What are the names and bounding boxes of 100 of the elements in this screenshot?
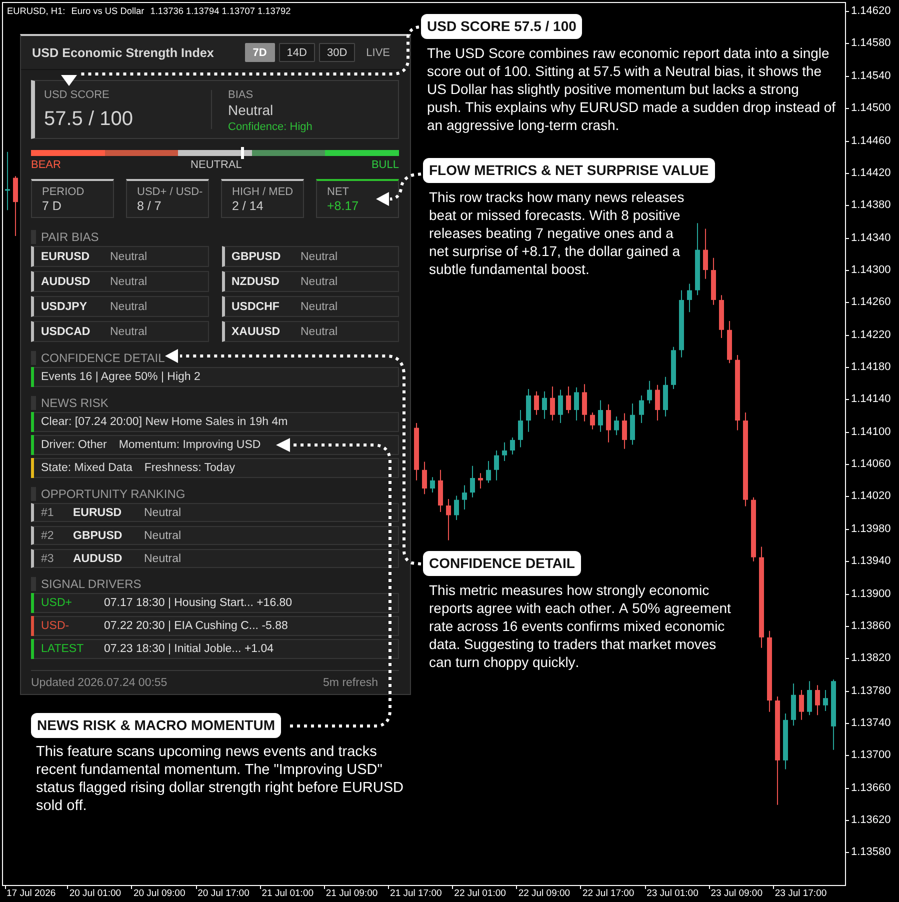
price-axis-label: 1.14300 [851,264,891,276]
bias-label: Neutral [110,326,148,338]
row-text: Momentum: Improving USD [118,439,261,451]
dotted-leader-line [376,172,422,206]
signal-tag: USD+ [41,597,104,609]
bias-heading: BIAS [228,89,254,102]
price-axis-label: 1.13700 [851,749,891,762]
chart-symbol: EURUSD, H1: [7,5,66,18]
rank-number: #1 [41,506,55,518]
pair-symbol: AUDUSD [41,276,92,288]
bullish-candle [671,346,676,390]
price-axis-label: 1.13780 [851,684,891,697]
price-axis-label: 1.14060 [851,458,891,470]
price-axis-label: 1.14500 [851,102,891,114]
price-axis-label: 1.13860 [851,620,891,632]
confidence-label: Confidence: High [228,121,314,134]
price-axis-label: 1.14460 [851,134,891,147]
bearish-candle [655,384,660,422]
bias-label: Neutral [300,300,338,312]
refresh-interval: 5m refresh [323,676,378,690]
bearish-candle [590,412,595,430]
price-axis-label: 1.14020 [851,490,891,502]
callout-title: NEWS RISK & MACRO MOMENTUM [31,713,281,738]
callout-title: CONFIDENCE DETAIL [423,551,581,576]
bullish-candle [574,386,579,422]
price-axis-label: 1.13740 [851,716,891,729]
live-label: LIVE [366,46,390,58]
row-text: Freshness: Today [144,462,235,474]
rank-number: #3 [41,552,55,564]
pair-symbol: EURUSD [73,506,123,518]
bearish-candle [478,472,483,489]
pair-symbol: NZDUSD [232,276,280,288]
panel-title: USD Economic Strength Index [32,46,214,60]
signal-detail: 07.23 18:30 | Initial Joble... +1.04 [104,643,274,655]
bullish-candle [430,476,435,494]
pair-symbol: USDJPY [41,300,88,312]
pair-symbol: USDCHF [232,300,280,312]
metric-label: HIGH / MED [232,186,294,199]
time-axis-label: 21 Jul 17:00 [390,888,442,900]
bearish-candle [582,384,587,422]
price-axis-label: 1.14220 [851,328,891,341]
bullish-candle [526,388,531,432]
range-tab[interactable]: 14D [278,43,315,62]
bearish-candle [703,228,708,280]
metric-value: 8 / 7 [137,199,162,214]
range-tab[interactable]: 30D [318,43,356,62]
price-axis-label: 1.13660 [851,782,891,794]
row-text: Driver: Other [41,439,107,451]
bullish-candle [647,380,652,404]
time-axis-label: 21 Jul 09:00 [326,888,378,900]
bullish-candle [558,389,563,424]
metric-label: PERIOD [42,186,86,199]
time-axis-label: 22 Jul 09:00 [518,888,570,900]
bias-label: Neutral [300,250,338,262]
bullish-candle [783,712,788,770]
bias-label: Neutral [110,250,148,262]
bullish-candle [807,680,812,716]
bearish-candle [550,386,555,422]
score-value: 57.5 / 100 [44,107,134,131]
bullish-candle [494,450,499,481]
pair-symbol: GBPUSD [73,530,124,542]
callout-text: The USD Score combines raw economic report data into a single score out of 100. Sitting at 57.5 with a Neutral bias, it shows the US Dollar has slightly positive momentum but lacks a strong push. This explains why EURUSD made a sudden drop instead of an aggressive long-term crash. [427,44,836,134]
signal-detail: 07.22 20:30 | EIA Cushing C... -5.88 [104,620,288,632]
callout-text: This row tracks how many news releases beat or missed forecasts. With 8 positive releases beating 7 negative ones and a net surprise of +8.17, the dollar gained a subtle fundamental boost. [429,188,685,278]
bullish-candle [663,376,668,417]
neutral-label: NEUTRAL [190,159,242,171]
bullish-candle [791,683,796,726]
chart-description: Euro vs US Dollar [71,5,144,18]
price-axis-label: 1.13980 [851,522,891,535]
callout-title: FLOW METRICS & NET SURPRISE VALUE [423,158,715,183]
price-axis-label: 1.13580 [851,846,891,858]
time-axis-label: 23 Jul 17:00 [774,888,827,900]
bull-label: BULL [371,159,399,171]
bearish-candle [606,404,611,443]
bullish-candle [831,678,836,750]
chart-ohlc-values: 1.13736 1.13794 1.13707 1.13792 [150,5,291,18]
bullish-candle [614,416,619,436]
price-axis-label: 1.13620 [851,814,891,826]
bias-label: Neutral [300,326,338,338]
bullish-candle [823,690,828,712]
bullish-candle [679,290,684,358]
bearish-candle [414,422,419,481]
metric-value: +8.17 [327,199,360,214]
price-axis-label: 1.14180 [851,361,891,374]
bearish-candle [566,386,571,414]
callout-text: This feature scans upcoming news events and tracks recent fundamental momentum. The "Improving USD" status flagged rising dollar strength right before EURUSD sold off. [36,743,405,815]
bearish-candle [534,390,539,416]
price-axis-label: 1.14140 [851,393,891,406]
bearish-candle [799,690,804,720]
time-axis-label: 23 Jul 01:00 [646,888,698,900]
time-axis-label: 23 Jul 09:00 [710,888,762,900]
pair-symbol: XAUUSD [232,326,282,338]
bias-label: Neutral [110,276,148,288]
bearish-candle [711,257,716,306]
bias-value: Neutral [228,102,274,119]
price-axis-label: 1.14100 [851,426,891,438]
metric-value: 7 D [42,199,62,214]
pair-symbol: GBPUSD [232,250,282,262]
bullish-candle [454,495,459,521]
row-text: Clear: [07.24 20:00] New Home Sales in 19h 4m [41,416,288,428]
